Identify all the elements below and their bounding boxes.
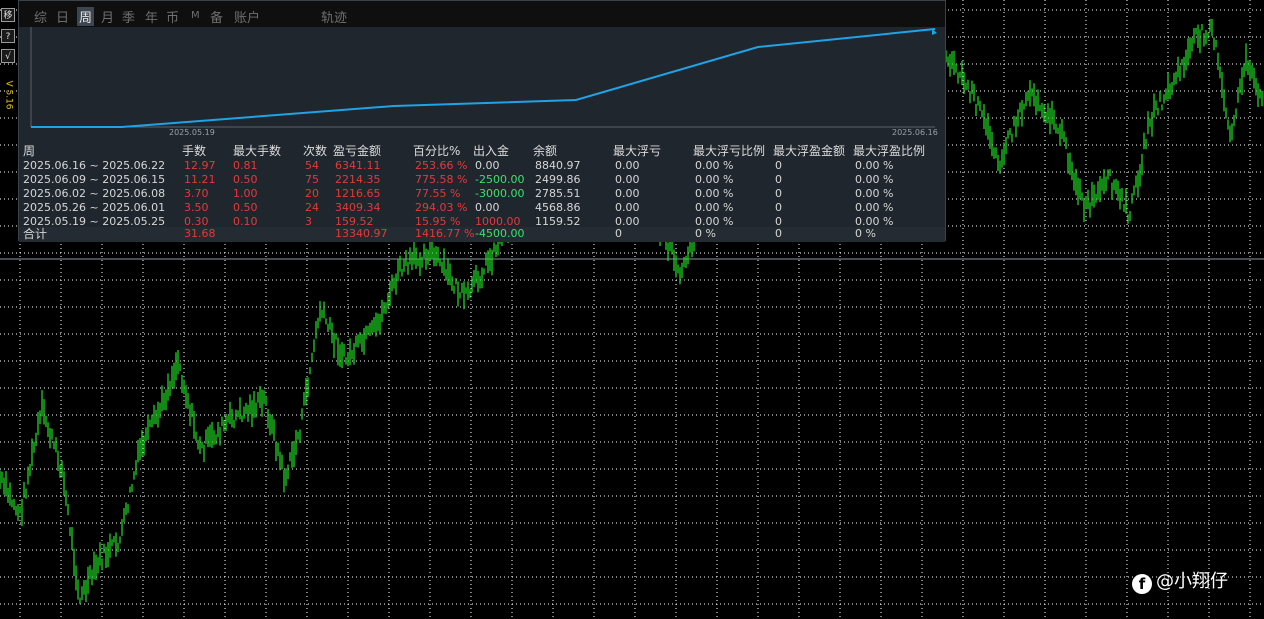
cell-max-float-loss: 0.00	[615, 187, 640, 200]
tab-account[interactable]: 账户	[234, 7, 260, 26]
total-percent: 1416.77 %	[415, 227, 475, 240]
cell-balance: 2499.86	[535, 173, 581, 186]
total-pnl: 13340.97	[335, 227, 388, 240]
total-max-float-loss: 0	[615, 227, 622, 240]
cell-percent: 775.58 %	[415, 173, 468, 186]
cell-max-float-profit-pct: 0.00 %	[855, 187, 894, 200]
cell-deposit: -2500.00	[475, 173, 525, 186]
cell-max-float-loss: 0.00	[615, 159, 640, 172]
cell-max-float-profit: 0	[775, 201, 782, 214]
cell-max-float-profit-pct: 0.00 %	[855, 173, 894, 186]
tab-year[interactable]: 年	[145, 7, 158, 26]
stats-panel: 综 日 周 月 季 年 币 M 备 账户 轨迹 2025.05.19 2025.…	[18, 0, 946, 242]
cell-percent: 294.03 %	[415, 201, 468, 214]
watermark-text: @小翔仔	[1156, 571, 1228, 592]
cell-percent: 253.66 %	[415, 159, 468, 172]
version-label: V 5.16	[3, 80, 14, 110]
cell-max-float-loss-pct: 0.00 %	[695, 173, 734, 186]
help-button[interactable]: ?	[1, 29, 15, 43]
total-label: 合计	[23, 227, 48, 241]
col-max-float-profit: 最大浮盈金额	[773, 144, 846, 158]
cell-week: 2025.06.09 ~ 2025.06.15	[23, 173, 166, 186]
table-row: 2025.06.09 ~ 2025.06.15 11.21 0.50 75 2214.3…	[19, 173, 945, 187]
tab-m[interactable]: M	[191, 10, 200, 21]
cell-balance: 4568.86	[535, 201, 581, 214]
cell-lots: 12.97	[184, 159, 216, 172]
cell-max-lots: 0.50	[233, 201, 258, 214]
cell-max-lots: 0.81	[233, 159, 258, 172]
tab-currency[interactable]: 币	[166, 7, 179, 26]
cell-pnl: 3409.34	[335, 201, 381, 214]
cell-week: 2025.05.26 ~ 2025.06.01	[23, 201, 166, 214]
col-max-float-loss-pct: 最大浮亏比例	[693, 144, 766, 158]
total-deposit: -4500.00	[475, 227, 525, 240]
table-row: 2025.06.02 ~ 2025.06.08 3.70 1.00 20 1216.65…	[19, 187, 945, 201]
col-max-float-loss: 最大浮亏	[613, 144, 662, 158]
cell-pnl: 1216.65	[335, 187, 381, 200]
cell-max-float-loss-pct: 0.00 %	[695, 201, 734, 214]
col-lots: 手数	[182, 144, 207, 158]
tab-overview[interactable]: 综	[34, 7, 47, 26]
cell-max-float-loss-pct: 0.00 %	[695, 187, 734, 200]
cell-balance: 8840.97	[535, 159, 581, 172]
equity-end-date: 2025.06.16	[892, 128, 938, 137]
move-button[interactable]: 移	[1, 8, 15, 22]
tab-day[interactable]: 日	[56, 7, 69, 26]
table-row: 2025.05.26 ~ 2025.06.01 3.50 0.50 24 3409.34…	[19, 201, 945, 215]
cell-trades: 54	[305, 159, 319, 172]
cell-deposit: 0.00	[475, 159, 500, 172]
cell-week: 2025.06.02 ~ 2025.06.08	[23, 187, 166, 200]
watermark: f @小翔仔	[1132, 567, 1228, 594]
cell-lots: 3.70	[184, 187, 209, 200]
tab-backup[interactable]: 备	[210, 7, 223, 26]
facebook-icon: f	[1132, 574, 1152, 594]
equity-line	[31, 28, 936, 128]
tab-week[interactable]: 周	[77, 7, 95, 26]
cell-pnl: 6341.11	[335, 159, 381, 172]
cell-max-float-profit: 0	[775, 159, 782, 172]
col-trades: 次数	[303, 144, 328, 158]
cell-trades: 75	[305, 173, 319, 186]
cell-max-float-loss: 0.00	[615, 201, 640, 214]
cell-trades: 24	[305, 201, 319, 214]
col-percent: 百分比%	[413, 144, 461, 158]
period-tabs: 综 日 周 月 季 年 币 M 备 账户 轨迹	[19, 1, 945, 27]
total-max-float-profit: 0	[775, 227, 782, 240]
tab-quarter[interactable]: 季	[122, 7, 135, 26]
cell-deposit: 0.00	[475, 201, 500, 214]
col-week: 周	[23, 144, 36, 158]
total-max-float-profit-pct: 0 %	[855, 227, 876, 240]
table-header: 周 手数 最大手数 次数 盈亏金额 百分比% 出入金 余额 最大浮亏 最大浮亏比…	[19, 144, 945, 159]
cell-percent: 77.55 %	[415, 187, 461, 200]
check-button[interactable]: √	[1, 49, 15, 63]
col-balance: 余额	[533, 144, 558, 158]
cell-pnl: 2214.35	[335, 173, 381, 186]
cell-max-lots: 0.50	[233, 173, 258, 186]
col-pnl: 盈亏金额	[333, 144, 382, 158]
cell-max-float-profit: 0	[775, 173, 782, 186]
col-max-lots: 最大手数	[233, 144, 282, 158]
cell-max-lots: 1.00	[233, 187, 258, 200]
total-row: 合计 31.68 13340.97 1416.77 % -4500.00 0 0…	[19, 227, 945, 242]
cell-balance: 2785.51	[535, 187, 581, 200]
cell-lots: 3.50	[184, 201, 209, 214]
table-row: 2025.06.16 ~ 2025.06.22 12.97 0.81 54 6341.1…	[19, 159, 945, 173]
cell-max-float-loss-pct: 0.00 %	[695, 159, 734, 172]
equity-start-date: 2025.05.19	[169, 128, 215, 137]
total-max-float-loss-pct: 0 %	[695, 227, 716, 240]
cell-trades: 20	[305, 187, 319, 200]
total-lots: 31.68	[184, 227, 216, 240]
cell-lots: 11.21	[184, 173, 216, 186]
tab-month[interactable]: 月	[101, 7, 114, 26]
col-max-float-profit-pct: 最大浮盈比例	[853, 144, 926, 158]
cell-week: 2025.06.16 ~ 2025.06.22	[23, 159, 166, 172]
cell-max-float-profit-pct: 0.00 %	[855, 159, 894, 172]
cell-deposit: -3000.00	[475, 187, 525, 200]
cell-max-float-profit-pct: 0.00 %	[855, 201, 894, 214]
tab-trajectory[interactable]: 轨迹	[321, 7, 347, 26]
col-deposit: 出入金	[473, 144, 510, 158]
equity-curve-chart	[30, 27, 937, 128]
cell-max-float-loss: 0.00	[615, 173, 640, 186]
cell-max-float-profit: 0	[775, 187, 782, 200]
